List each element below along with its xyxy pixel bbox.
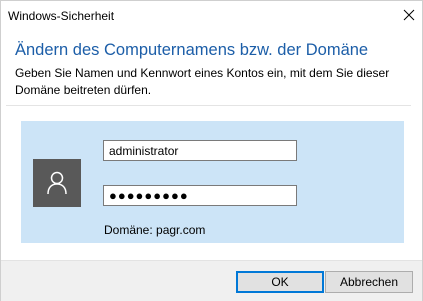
dialog-footer: OK Abbrechen [1,260,422,301]
close-button[interactable] [400,6,418,24]
divider [6,105,411,106]
username-field[interactable] [103,140,297,161]
credential-panel: Domäne: pagr.com [21,121,404,243]
close-icon [403,9,415,21]
ok-button[interactable]: OK [236,271,324,293]
cancel-button[interactable]: Abbrechen [325,271,413,293]
window-title: Windows-Sicherheit [8,9,115,23]
password-field[interactable] [103,185,297,206]
avatar [33,159,81,207]
dialog-description: Geben Sie Namen und Kennwort eines Konto… [15,66,390,97]
dialog-heading: Ändern des Computernamens bzw. der Domän… [15,41,369,59]
security-dialog: Windows-Sicherheit Ändern des Computerna… [0,0,423,301]
domain-label: Domäne: pagr.com [104,223,206,237]
user-icon [47,171,67,195]
